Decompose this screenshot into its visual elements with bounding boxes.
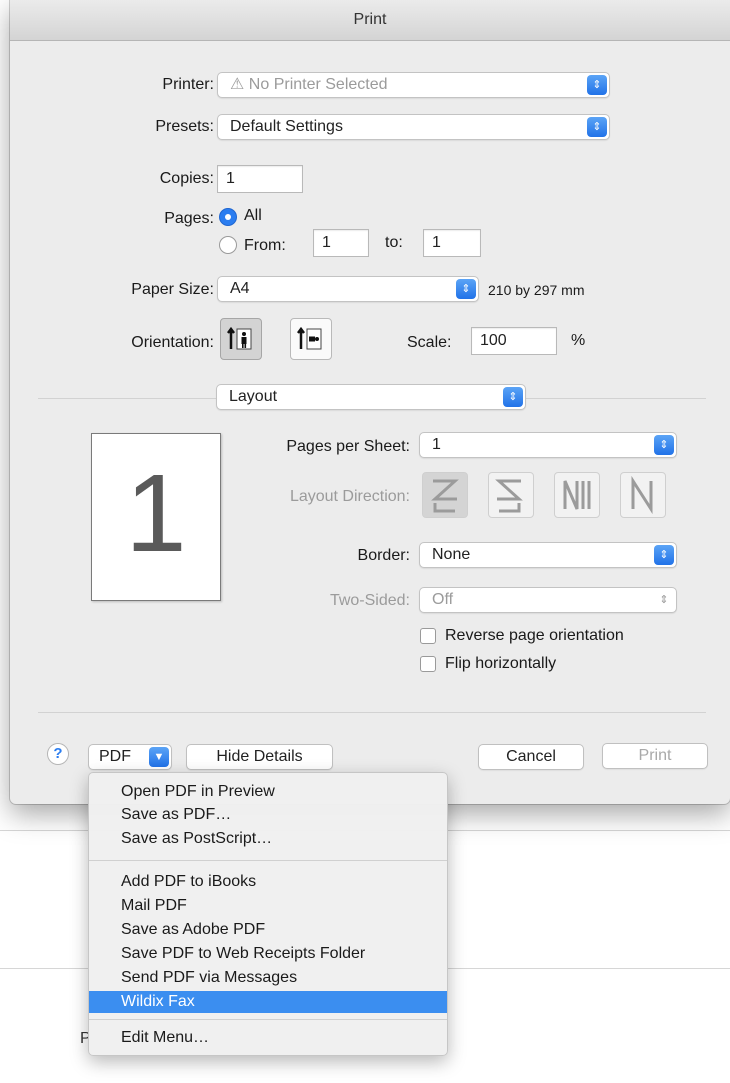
pages-from-radio[interactable]	[219, 236, 237, 254]
pages-per-sheet-value: 1	[432, 436, 441, 453]
flip-horizontally-label: Flip horizontally	[445, 655, 557, 672]
pages-to-field[interactable]: 1	[423, 229, 481, 257]
pages-label: Pages:	[164, 210, 214, 227]
copies-label: Copies:	[159, 170, 214, 187]
printer-label: Printer:	[162, 76, 214, 93]
print-button[interactable]: Print	[602, 743, 708, 769]
layout-n-icon	[563, 480, 591, 510]
layout-direction-s-button[interactable]	[488, 472, 534, 518]
scale-field[interactable]: 100	[471, 327, 557, 355]
layout-direction-z-button[interactable]	[422, 472, 468, 518]
chevron-updown-icon: ⇕	[659, 594, 669, 606]
landscape-orientation-icon	[297, 326, 322, 350]
flip-horizontally-checkbox[interactable]	[420, 656, 436, 672]
layout-direction-label: Layout Direction:	[289, 488, 410, 505]
pages-all-radio[interactable]	[219, 208, 237, 226]
presets-popup[interactable]: Default Settings ⇕	[217, 114, 610, 140]
pages-to-label: to:	[385, 234, 403, 251]
pdf-label: PDF	[99, 748, 131, 765]
pdf-dropdown-menu: Open PDF in Preview Save as PDF… Save as…	[88, 772, 448, 1056]
menu-item[interactable]: Add PDF to iBooks	[89, 871, 447, 893]
cancel-button[interactable]: Cancel	[478, 744, 584, 770]
pages-from-field[interactable]: 1	[313, 229, 369, 257]
layout-z-icon	[431, 479, 459, 513]
pages-from-label: From:	[244, 237, 286, 254]
menu-item[interactable]: Save as PostScript…	[89, 828, 447, 850]
presets-value: Default Settings	[230, 118, 343, 135]
menu-item[interactable]: Open PDF in Preview	[89, 781, 447, 803]
scale-label: Scale:	[407, 334, 452, 351]
menu-separator	[89, 1019, 447, 1020]
paper-size-popup[interactable]: A4 ⇕	[217, 276, 479, 302]
scale-unit: %	[571, 332, 586, 349]
layout-direction-reverse-n-button[interactable]	[620, 472, 666, 518]
pages-per-sheet-popup[interactable]: 1 ⇕	[419, 432, 677, 458]
menu-item[interactable]: Send PDF via Messages	[89, 967, 447, 989]
menu-item[interactable]: Edit Menu…	[89, 1027, 447, 1049]
help-button[interactable]: ?	[47, 743, 69, 765]
preview-page-number: 1	[125, 452, 187, 575]
presets-label: Presets:	[155, 118, 214, 135]
pages-per-sheet-label: Pages per Sheet:	[286, 438, 410, 455]
page-preview: 1	[91, 433, 221, 601]
chevron-updown-icon: ⇕	[654, 545, 674, 565]
menu-item-highlighted[interactable]: Wildix Fax	[89, 991, 447, 1013]
copies-field[interactable]: 1	[217, 165, 303, 193]
menu-separator	[89, 860, 447, 861]
menu-item[interactable]: Save as Adobe PDF	[89, 919, 447, 941]
chevron-updown-icon: ⇕	[587, 75, 607, 95]
section-popup[interactable]: Layout ⇕	[216, 384, 526, 410]
paper-size-label: Paper Size:	[131, 281, 214, 298]
printer-value: ⚠ No Printer Selected	[230, 76, 388, 93]
two-sided-popup[interactable]: Off ⇕	[419, 587, 677, 613]
paper-size-value: A4	[230, 280, 250, 297]
two-sided-value: Off	[432, 591, 454, 608]
reverse-orientation-label: Reverse page orientation	[445, 627, 624, 644]
chevron-updown-icon: ⇕	[654, 435, 674, 455]
print-dialog: Print Printer: ⚠ No Printer Selected ⇕ P…	[10, 0, 730, 804]
printer-popup[interactable]: ⚠ No Printer Selected ⇕	[217, 72, 610, 98]
portrait-orientation-icon	[227, 326, 252, 350]
layout-s-icon	[495, 479, 523, 513]
border-value: None	[432, 546, 471, 563]
chevron-updown-icon: ⇕	[456, 279, 476, 299]
orientation-label: Orientation:	[131, 334, 214, 351]
chevron-updown-icon: ⇕	[587, 117, 607, 137]
menu-item[interactable]: Mail PDF	[89, 895, 447, 917]
footer-divider	[38, 712, 706, 713]
chevron-updown-icon: ⇕	[503, 387, 523, 407]
border-popup[interactable]: None ⇕	[419, 542, 677, 568]
menu-item[interactable]: Save PDF to Web Receipts Folder	[89, 943, 447, 965]
chevron-down-icon: ▼	[149, 747, 169, 767]
pages-all-label: All	[244, 207, 262, 224]
two-sided-label: Two-Sided:	[329, 592, 410, 609]
menu-item[interactable]: Save as PDF…	[89, 804, 447, 826]
portrait-orientation-button[interactable]	[220, 318, 262, 360]
landscape-orientation-button[interactable]	[290, 318, 332, 360]
hide-details-button[interactable]: Hide Details	[186, 744, 333, 770]
reverse-orientation-checkbox[interactable]	[420, 628, 436, 644]
paper-dimensions: 210 by 297 mm	[488, 282, 585, 298]
layout-direction-n-button[interactable]	[554, 472, 600, 518]
window-title: Print	[10, 0, 730, 41]
border-label: Border:	[357, 547, 410, 564]
section-value: Layout	[229, 388, 278, 405]
layout-reverse-n-icon	[631, 475, 653, 515]
pdf-menu-button[interactable]: PDF ▼	[88, 744, 172, 770]
